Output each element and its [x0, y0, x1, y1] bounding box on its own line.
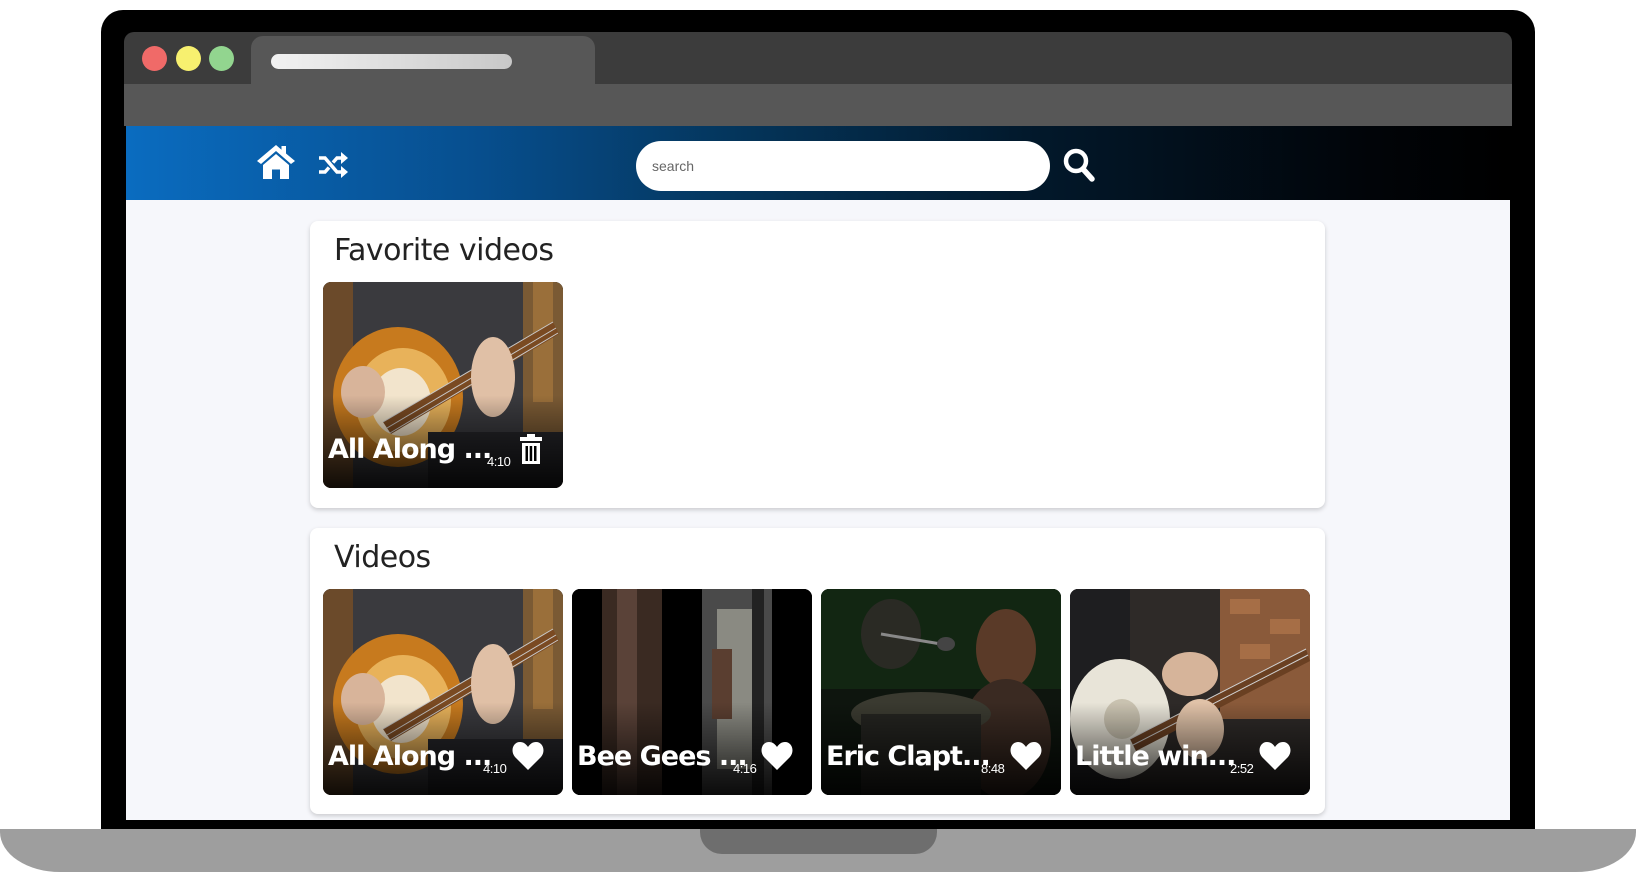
search-input[interactable] [636, 141, 1050, 191]
heart-icon[interactable] [1009, 739, 1043, 773]
top-navbar [126, 126, 1510, 200]
video-card[interactable]: Little win... 2:52 [1070, 589, 1310, 795]
video-title: Eric Clapt... [826, 741, 991, 772]
maximize-window-button[interactable] [209, 46, 234, 71]
page-viewport: Favorite videos All Along ... [126, 126, 1510, 820]
video-duration: 2:52 [1230, 761, 1254, 776]
shuffle-icon[interactable] [317, 150, 349, 180]
home-icon[interactable] [255, 142, 297, 182]
video-title: Bee Gees ... [577, 741, 748, 772]
favorite-videos-title: Favorite videos [334, 233, 554, 268]
close-window-button[interactable] [142, 46, 167, 71]
video-title: All Along ... [328, 434, 492, 465]
video-duration: 4:16 [733, 761, 757, 776]
browser-tab-title-placeholder [271, 54, 512, 69]
heart-icon[interactable] [511, 739, 545, 773]
videos-panel: Videos All Along ... 4:10 Bee Gees ... 4… [310, 528, 1325, 814]
favorite-videos-panel: Favorite videos All Along ... 4:10 [310, 221, 1325, 508]
laptop-notch [700, 829, 937, 854]
video-duration: 4:10 [483, 761, 507, 776]
video-title: All Along ... [328, 741, 492, 772]
browser-toolbar [124, 84, 1512, 126]
video-card[interactable]: All Along ... 4:10 [323, 589, 563, 795]
video-title: Little win... [1075, 741, 1236, 772]
video-duration: 8:48 [981, 761, 1005, 776]
video-card[interactable]: Eric Clapt... 8:48 [821, 589, 1061, 795]
heart-icon[interactable] [760, 739, 794, 773]
minimize-window-button[interactable] [176, 46, 201, 71]
videos-title: Videos [334, 540, 431, 575]
trash-icon[interactable] [514, 432, 548, 466]
video-card[interactable]: Bee Gees ... 4:16 [572, 589, 812, 795]
favorite-video-card[interactable]: All Along ... 4:10 [323, 282, 563, 488]
heart-icon[interactable] [1258, 739, 1292, 773]
search-icon[interactable] [1062, 146, 1096, 184]
video-duration: 4:10 [487, 454, 511, 469]
